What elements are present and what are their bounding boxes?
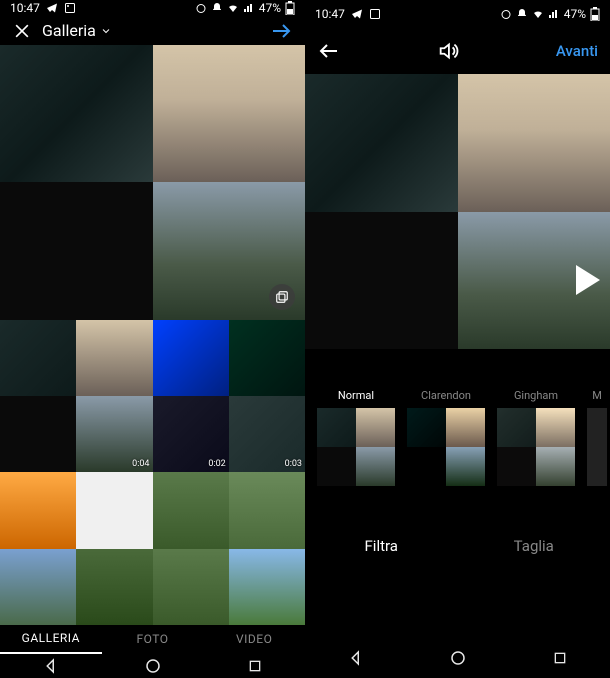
thumbnail[interactable]	[153, 549, 229, 625]
telegram-icon	[351, 8, 363, 20]
signal-icon	[548, 8, 560, 20]
filter-gingham[interactable]: Gingham	[497, 389, 575, 486]
thumbnail[interactable]	[76, 320, 152, 396]
signal-icon	[243, 2, 255, 14]
tab-video[interactable]: VIDEO	[203, 625, 305, 654]
status-bar: 10:47 47%	[305, 0, 610, 28]
clock: 10:47	[315, 7, 345, 21]
nav-home-icon[interactable]	[449, 649, 467, 667]
nav-recent-icon[interactable]	[247, 658, 263, 674]
multi-select-icon[interactable]	[269, 284, 295, 310]
nav-bar	[305, 638, 610, 678]
thumbnail[interactable]: 0:02	[153, 396, 229, 472]
preview-cell	[0, 182, 153, 320]
video-duration: 0:02	[208, 459, 225, 469]
preview-cell	[153, 45, 306, 183]
thumbnail[interactable]	[76, 472, 152, 548]
app-bar-right: Avanti	[305, 28, 610, 74]
right-screen: 10:47 47% Avanti Normal	[305, 0, 610, 678]
thumbnail[interactable]	[153, 472, 229, 548]
thumbnail[interactable]	[0, 472, 76, 548]
preview-grid-right[interactable]	[305, 74, 610, 349]
dnd-icon	[211, 2, 223, 14]
preview-cell	[305, 212, 458, 350]
gallery-dropdown[interactable]: Galleria	[42, 21, 112, 40]
close-icon[interactable]	[12, 21, 32, 41]
nav-bar	[0, 654, 305, 678]
thumbnail[interactable]: 0:03	[229, 396, 305, 472]
image-icon	[64, 2, 76, 14]
wifi-icon	[227, 2, 239, 14]
thumbnail[interactable]: 0:04	[76, 396, 152, 472]
thumbnail[interactable]	[229, 472, 305, 548]
nav-back-icon[interactable]	[42, 657, 60, 675]
preview-cell	[305, 74, 458, 212]
nav-home-icon[interactable]	[144, 657, 162, 675]
preview-cell	[458, 74, 610, 212]
chevron-down-icon	[100, 25, 112, 37]
clock: 10:47	[10, 1, 40, 15]
bottom-tabs: GALLERIA FOTO VIDEO	[0, 625, 305, 654]
preview-grid-left[interactable]	[0, 45, 305, 320]
action-tabs: Filtra Taglia	[305, 516, 610, 576]
filter-list[interactable]: Normal Clarendon Gingham M	[305, 389, 610, 486]
dnd-icon	[516, 8, 528, 20]
alarm-icon	[500, 8, 512, 20]
next-button[interactable]: Avanti	[556, 42, 598, 60]
video-duration: 0:04	[132, 459, 149, 469]
filter-normal[interactable]: Normal	[317, 389, 395, 486]
filters-section: Normal Clarendon Gingham M Filtra Taglia	[305, 349, 610, 638]
filter-more[interactable]: M	[587, 389, 607, 486]
filter-clarendon[interactable]: Clarendon	[407, 389, 485, 486]
gallery-thumbnails: 0:04 0:02 0:03	[0, 320, 305, 625]
next-arrow-icon[interactable]	[269, 19, 293, 43]
alarm-icon	[195, 2, 207, 14]
thumbnail[interactable]	[0, 320, 76, 396]
battery-percent: 47%	[259, 1, 281, 15]
nav-recent-icon[interactable]	[552, 650, 568, 666]
play-icon[interactable]	[576, 265, 600, 295]
thumbnail[interactable]	[0, 396, 76, 472]
preview-cell	[458, 212, 610, 350]
app-bar-left: Galleria	[0, 17, 305, 45]
battery-icon	[285, 1, 295, 15]
thumbnail[interactable]	[0, 549, 76, 625]
video-duration: 0:03	[285, 459, 302, 469]
telegram-icon	[46, 2, 58, 14]
left-screen: 10:47 47% Galleria	[0, 0, 305, 678]
battery-icon	[590, 7, 600, 21]
nav-back-icon[interactable]	[347, 649, 365, 667]
tab-filter[interactable]: Filtra	[305, 516, 458, 576]
thumbnail[interactable]	[153, 320, 229, 396]
tab-gallery[interactable]: GALLERIA	[0, 625, 102, 654]
thumbnail[interactable]	[229, 549, 305, 625]
back-arrow-icon[interactable]	[317, 39, 341, 63]
tab-photo[interactable]: FOTO	[102, 625, 204, 654]
sound-icon[interactable]	[437, 40, 459, 62]
status-bar: 10:47 47%	[0, 0, 305, 17]
preview-cell	[153, 182, 306, 320]
tab-crop[interactable]: Taglia	[458, 516, 610, 576]
preview-cell	[0, 45, 153, 183]
wifi-icon	[532, 8, 544, 20]
image-icon	[369, 8, 381, 20]
thumbnail[interactable]	[76, 549, 152, 625]
thumbnail[interactable]	[229, 320, 305, 396]
battery-percent: 47%	[564, 7, 586, 21]
